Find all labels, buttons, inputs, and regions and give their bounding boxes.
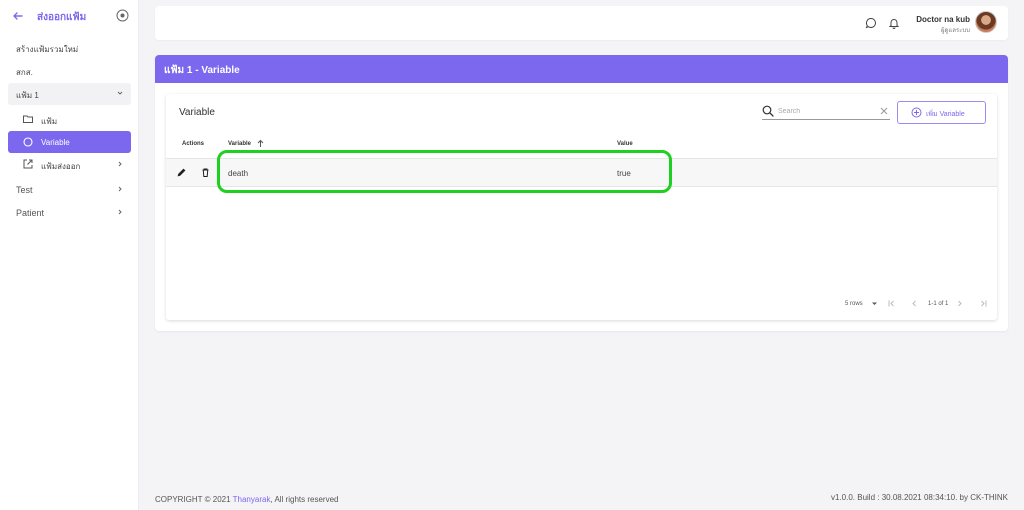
sidebar-item-label: Patient: [16, 208, 45, 218]
last-page-icon[interactable]: [979, 299, 988, 308]
plus-circle-icon: [911, 107, 922, 118]
search-box: [762, 103, 890, 120]
copyright-suffix: , All rights reserved: [270, 495, 339, 504]
user-name: Doctor na kub: [916, 15, 970, 24]
footer-copyright: COPYRIGHT © 2021 Thanyarak, All rights r…: [155, 495, 338, 504]
sidebar-item-sks[interactable]: สกส.: [8, 60, 131, 82]
company-link[interactable]: Thanyarak: [233, 495, 271, 504]
sidebar-item-label: สกส.: [16, 68, 33, 77]
sidebar-subitem-label: แฟ้ม: [41, 117, 58, 126]
copyright-prefix: COPYRIGHT © 2021: [155, 495, 233, 504]
close-icon[interactable]: [880, 107, 888, 115]
arrow-left-icon[interactable]: [11, 9, 25, 23]
search-input[interactable]: [778, 104, 874, 118]
chevron-right-icon: [118, 161, 122, 167]
chevron-down-icon: [117, 91, 123, 95]
target-icon[interactable]: [116, 9, 129, 22]
main-card: แฟ้ม 1 - Variable Variable เพิ่ม Variabl…: [155, 55, 1008, 331]
sidebar-item-label: Test: [16, 185, 33, 195]
footer-version: v1.0.0. Build : 30.08.2021 08:34:10. by …: [831, 493, 1008, 502]
sidebar-item-label: สร้างแฟ้มรวมใหม่: [16, 45, 79, 54]
sidebar-subitem-file[interactable]: แฟ้ม: [8, 108, 131, 130]
sidebar: ส่งออกแฟ้ม สร้างแฟ้มรวมใหม่ สกส. แฟ้ม 1 …: [0, 0, 139, 510]
page-title: แฟ้ม 1 - Variable: [164, 65, 240, 76]
circle-icon: [23, 137, 33, 147]
sidebar-subitem-label: Variable: [41, 138, 70, 147]
first-page-icon[interactable]: [887, 299, 896, 308]
search-icon: [762, 105, 774, 117]
top-bar: Doctor na kub ผู้ดูแลระบบ: [155, 6, 1008, 40]
rows-per-page-select[interactable]: 5 rows: [845, 301, 863, 307]
sidebar-item-create-combined[interactable]: สร้างแฟ้มรวมใหม่: [8, 37, 131, 59]
add-variable-button[interactable]: เพิ่ม Variable: [897, 101, 986, 124]
sidebar-item-file-1[interactable]: แฟ้ม 1: [8, 83, 131, 105]
column-header-actions: Actions: [182, 141, 205, 147]
caret-down-icon[interactable]: [870, 299, 879, 308]
add-variable-label: เพิ่ม Variable: [926, 111, 965, 118]
table-title: Variable: [179, 107, 215, 118]
chevron-right-icon: [118, 186, 122, 192]
folder-icon: [23, 115, 33, 123]
sidebar-item-label: แฟ้ม 1: [16, 91, 39, 100]
highlight-box: [217, 150, 672, 193]
avatar[interactable]: [975, 11, 997, 33]
user-role: ผู้ดูแลระบบ: [940, 28, 970, 34]
card-header: แฟ้ม 1 - Variable: [155, 55, 1008, 83]
chevron-left-icon[interactable]: [910, 299, 919, 308]
external-link-icon: [23, 159, 33, 169]
sort-ascending-icon[interactable]: [256, 139, 265, 148]
pagination-range: 1-1 of 1: [928, 301, 949, 307]
chat-icon[interactable]: [865, 17, 877, 29]
sidebar-item-patient[interactable]: Patient: [8, 202, 131, 224]
column-header-variable[interactable]: Variable: [228, 141, 251, 147]
chevron-right-icon: [118, 209, 122, 215]
variable-table-card: Variable เพิ่ม Variable Actions Variable…: [166, 94, 997, 320]
chevron-right-icon[interactable]: [955, 299, 964, 308]
column-header-value: Value: [617, 141, 633, 147]
sidebar-subitem-export-file[interactable]: แฟ้มส่งออก: [8, 153, 131, 175]
trash-icon[interactable]: [200, 167, 211, 178]
pencil-icon[interactable]: [176, 167, 187, 178]
sidebar-header: ส่งออกแฟ้ม: [0, 0, 139, 32]
bell-icon[interactable]: [888, 17, 900, 29]
sidebar-subitem-label: แฟ้มส่งออก: [41, 162, 81, 171]
sidebar-subitem-variable[interactable]: Variable: [8, 131, 131, 153]
sidebar-item-test[interactable]: Test: [8, 179, 131, 201]
sidebar-title: ส่งออกแฟ้ม: [37, 12, 87, 23]
